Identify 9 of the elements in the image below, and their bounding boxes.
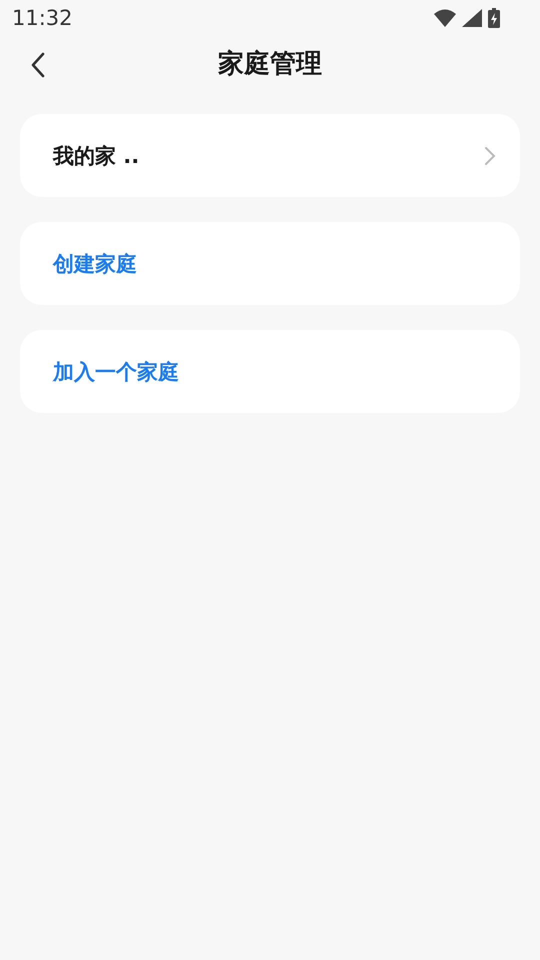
- signal-icon: [462, 9, 482, 27]
- action-item[interactable]: 创建家庭: [20, 222, 520, 305]
- status-time: 11:32: [12, 6, 73, 30]
- family-item[interactable]: 我的家 ..: [20, 114, 520, 197]
- wifi-icon: [434, 9, 456, 27]
- chevron-right-icon: [484, 146, 496, 166]
- action-item[interactable]: 加入一个家庭: [20, 330, 520, 413]
- page-title: 家庭管理: [218, 48, 322, 80]
- battery-icon: [488, 8, 500, 28]
